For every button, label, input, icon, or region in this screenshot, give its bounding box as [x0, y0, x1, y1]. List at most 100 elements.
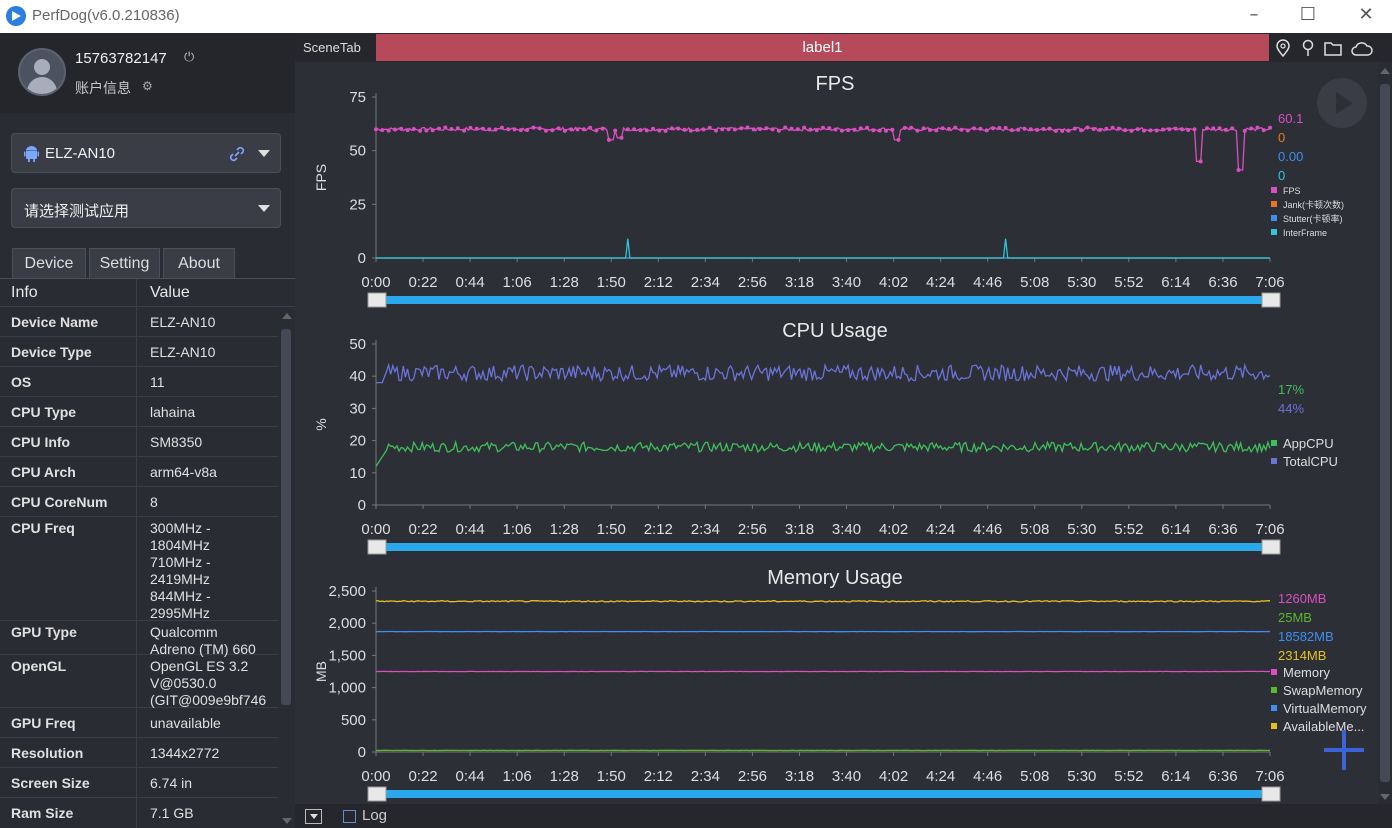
main-scrollbar[interactable]	[1378, 62, 1392, 804]
row-value: 11	[150, 374, 165, 390]
current-value-label: 0	[1278, 130, 1285, 145]
legend-swatch	[1271, 705, 1277, 711]
maximize-icon[interactable]: ☐	[1294, 4, 1322, 28]
series-point	[531, 125, 536, 130]
series-point	[770, 127, 775, 132]
tab-setting[interactable]: Setting	[89, 248, 160, 279]
x-tick-label: 1:06	[503, 521, 532, 538]
chart-title: FPS	[816, 73, 855, 95]
row-key: Ram Size	[11, 805, 74, 821]
chevron-down-icon	[258, 150, 270, 157]
scroll-up-icon[interactable]	[282, 313, 292, 319]
account-info-link[interactable]: 账户信息	[75, 78, 131, 98]
current-value-label: 2314MB	[1278, 648, 1326, 663]
series-point	[613, 128, 618, 133]
series-point	[1148, 128, 1153, 133]
series-point	[978, 126, 983, 131]
y-tick-label: 20	[349, 433, 366, 450]
x-tick-label: 2:34	[691, 521, 720, 538]
power-icon[interactable]: ⏻	[184, 50, 194, 65]
scroll-down-icon[interactable]	[282, 818, 292, 824]
series-point	[468, 125, 473, 130]
x-tick-label: 2:56	[738, 768, 767, 785]
scroll-down-icon[interactable]	[1380, 794, 1390, 800]
series-point	[1116, 126, 1121, 131]
series-point	[865, 125, 870, 130]
scroll-up-icon[interactable]	[1380, 68, 1390, 74]
table-row: CPU Freq 300MHz - 1804MHz 710MHz - 2419MH…	[0, 517, 278, 621]
range-slider-handle	[367, 292, 387, 308]
series-point	[946, 126, 951, 131]
series-point	[437, 126, 441, 131]
row-key: CPU Info	[11, 434, 71, 450]
series-point	[758, 127, 762, 131]
legend-swatch	[1271, 187, 1277, 193]
series-point	[493, 127, 498, 132]
user-settings-icon[interactable]: ⚙	[142, 79, 153, 93]
x-tick-label: 4:02	[879, 768, 908, 785]
info-table-header: Info Value	[0, 279, 295, 307]
row-key: Screen Size	[11, 775, 90, 791]
x-tick-label: 7:06	[1255, 768, 1284, 785]
x-tick-label: 3:18	[785, 521, 814, 538]
series-point	[1192, 127, 1197, 132]
main-scroll-thumb[interactable]	[1380, 84, 1390, 782]
series-point	[909, 125, 914, 130]
series-point	[789, 126, 794, 131]
series-point	[625, 127, 630, 132]
axis-label-y: %	[313, 418, 329, 430]
x-tick-label: 4:46	[973, 274, 1002, 291]
row-key: GPU Freq	[11, 715, 76, 731]
series-point	[550, 128, 555, 133]
x-tick-label: 3:40	[832, 768, 861, 785]
series-point	[991, 126, 995, 131]
main-panel: SceneTab label1 FPS FPS 0 25 50 75 0:00 0:22 0:4…	[295, 33, 1392, 828]
link-icon[interactable]	[228, 145, 246, 163]
current-value-label: 0.00	[1278, 149, 1303, 164]
series-point	[418, 128, 423, 133]
plus-icon[interactable]	[1322, 728, 1366, 772]
x-tick-label: 4:02	[879, 274, 908, 291]
sidebar-scroll-thumb[interactable]	[281, 329, 291, 705]
series-point	[569, 127, 574, 132]
x-tick-label: 1:28	[550, 521, 579, 538]
tab-device[interactable]: Device	[12, 248, 86, 279]
x-tick-label: 1:06	[503, 274, 532, 291]
legend-swatch	[1271, 687, 1277, 693]
close-icon[interactable]: ✕	[1352, 4, 1380, 28]
series-point	[688, 128, 693, 133]
chart-title: Memory Usage	[767, 567, 903, 589]
row-value: SM8350	[150, 434, 203, 450]
current-value-label: 60.1	[1278, 111, 1303, 126]
account-phone: 15763782147	[75, 50, 167, 67]
current-value-label: 18582MB	[1278, 629, 1334, 644]
series-point	[783, 125, 788, 130]
y-tick-label: 0	[358, 250, 366, 267]
row-value: OpenGL ES 3.2 V@0530.0 (GIT@009e9bf746	[150, 658, 267, 708]
series-point	[928, 128, 932, 132]
row-value: ELZ-AN10	[150, 314, 216, 330]
expand-toggle-icon[interactable]	[305, 809, 322, 824]
avatar[interactable]	[18, 48, 66, 96]
log-checkbox[interactable]	[343, 810, 356, 823]
series-point	[846, 128, 851, 133]
device-select[interactable]: ELZ-AN10	[11, 133, 281, 173]
app-select[interactable]: 请选择测试应用	[11, 188, 281, 228]
series-point	[1186, 128, 1191, 132]
x-tick-label: 2:56	[738, 274, 767, 291]
series-point	[858, 126, 863, 131]
sidebar-scrollbar[interactable]	[278, 307, 295, 828]
legend-swatch	[1271, 458, 1277, 464]
series-point	[808, 127, 813, 132]
series-point	[1129, 128, 1134, 133]
row-value: 6.74 in	[150, 775, 193, 791]
minimize-icon[interactable]: –	[1240, 4, 1268, 28]
series-point	[953, 125, 958, 130]
series-point	[1022, 126, 1027, 131]
play-icon[interactable]	[1317, 78, 1367, 128]
x-tick-label: 1:28	[550, 768, 579, 785]
series-point	[588, 125, 593, 130]
series-point	[739, 126, 744, 131]
tab-about[interactable]: About	[163, 248, 235, 279]
series-point	[1135, 127, 1140, 132]
